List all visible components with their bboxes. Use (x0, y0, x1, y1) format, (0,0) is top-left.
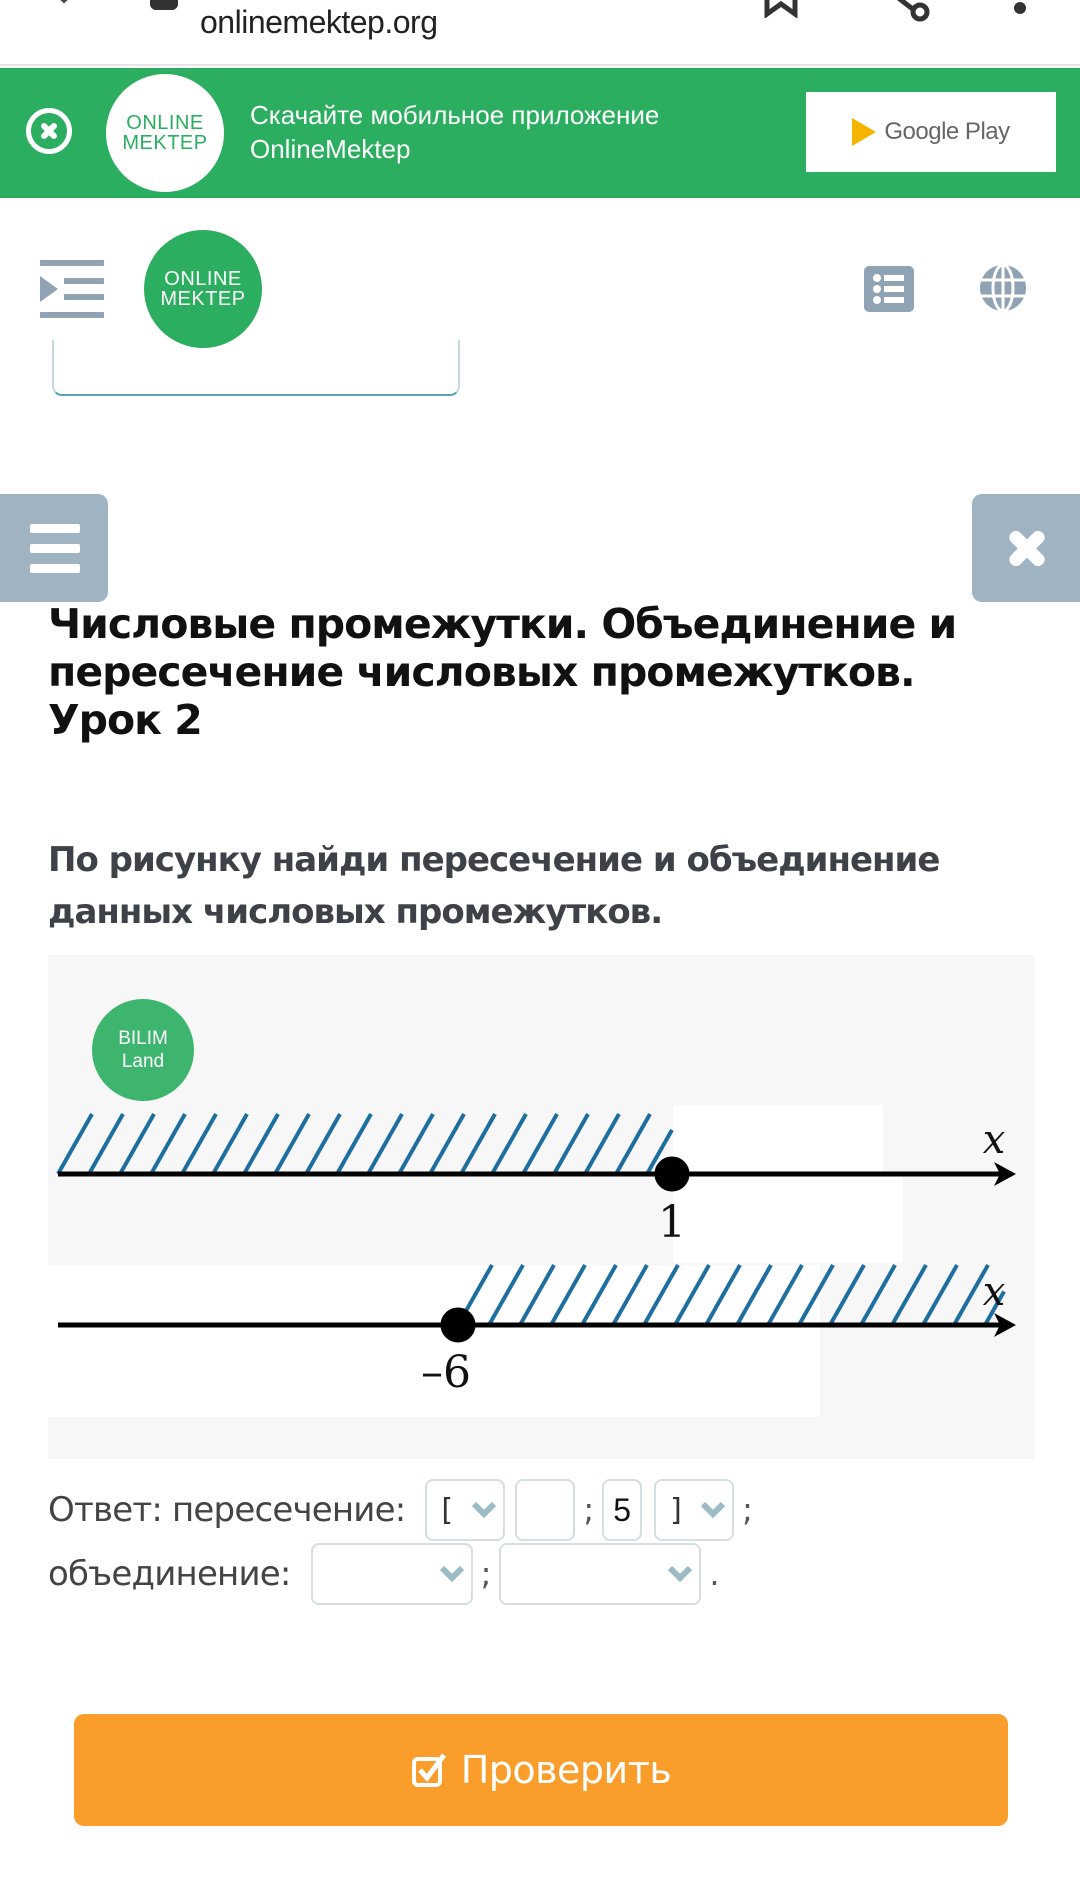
chevron-down-icon (668, 1565, 693, 1583)
hatch-stroke (56, 1113, 94, 1175)
hatch-stroke (273, 1113, 311, 1175)
hatch-stroke (459, 1113, 497, 1175)
intersection-row: Ответ: пересечение: [ ; 5 ] ; (48, 1478, 761, 1542)
logo-text: MEKTEP (160, 288, 246, 310)
hatch-stroke (521, 1113, 559, 1175)
point-label-2: –6 (421, 1347, 471, 1398)
checkbox-check-icon (411, 1753, 446, 1787)
close-button[interactable] (972, 494, 1080, 602)
hatch-stroke (304, 1113, 342, 1175)
hatch-stroke (583, 1113, 621, 1175)
hatch-stroke (335, 1113, 373, 1175)
select-value: ] (670, 1492, 682, 1528)
number-lines-svg: 1 –6 x x (48, 1105, 1016, 1417)
interval-endpoint (654, 1156, 690, 1192)
chevron-down-icon (439, 1565, 464, 1583)
more-icon[interactable] (1014, 2, 1026, 14)
open-bracket-select[interactable]: [ (425, 1479, 506, 1541)
interval-endpoint (440, 1307, 476, 1343)
url-text[interactable]: onlinemektep.org (200, 4, 438, 41)
hatch-stroke (211, 1113, 249, 1175)
figure-bg-patch (673, 1105, 883, 1175)
chevron-down-icon (701, 1501, 726, 1519)
bookmark-icon[interactable] (763, 0, 799, 18)
close-icon[interactable] (44, 0, 84, 14)
banner-message-line: OnlineMektep (250, 134, 411, 164)
site-logo[interactable]: ONLINE MEKTEP (144, 230, 262, 348)
watermark-text: BILIM (118, 1028, 168, 1049)
lock-icon (150, 0, 178, 10)
end-period: . (709, 1555, 720, 1593)
task-prompt: По рисунку найди пересечение и объединен… (48, 840, 940, 932)
axis-label-x-2: x (983, 1269, 1006, 1315)
figure-bg-patch (673, 1175, 903, 1263)
logo-text: ONLINE (164, 268, 242, 290)
hamburger-menu-button[interactable] (0, 494, 108, 602)
logo-text: ONLINE (126, 112, 204, 134)
logo-text: MEKTEP (122, 132, 208, 154)
app-banner: ONLINE MEKTEP Скачайте мобильное приложе… (0, 68, 1080, 198)
lesson-title: Числовые промежутки. Объединение и перес… (48, 600, 957, 744)
hatch-stroke (828, 1264, 866, 1326)
hatch-stroke (242, 1113, 280, 1175)
union-label: объединение: (48, 1554, 291, 1594)
select-value: [ (441, 1492, 454, 1528)
check-button-label: Проверить (460, 1748, 672, 1792)
hatch-stroke (180, 1113, 218, 1175)
search-field-partial[interactable] (52, 340, 460, 396)
browser-toolbar: onlinemektep.org (0, 0, 1080, 66)
union-row: объединение: ; . (48, 1542, 728, 1606)
hatch-stroke (921, 1264, 959, 1326)
end-separator: ; (742, 1491, 753, 1529)
google-play-button[interactable]: Google Play (806, 92, 1056, 172)
number-line-figure: 1 –6 x x BILIM Land (48, 955, 1034, 1459)
axis-label-x-1: x (983, 1117, 1006, 1163)
hatch-stroke (149, 1113, 187, 1175)
list-icon[interactable] (864, 266, 914, 312)
union-left-select[interactable] (310, 1543, 473, 1605)
hatch-stroke (859, 1264, 897, 1326)
dismiss-banner-icon[interactable] (26, 108, 72, 154)
indent-menu-icon[interactable] (40, 260, 106, 320)
menu-bar (30, 544, 80, 553)
point-label-1: 1 (658, 1197, 686, 1248)
left-value-input[interactable] (515, 1479, 576, 1541)
globe-icon[interactable] (978, 262, 1028, 314)
banner-logo: ONLINE MEKTEP (106, 74, 224, 192)
chevron-down-icon (472, 1501, 497, 1519)
play-store-icon (852, 118, 877, 146)
hatch-stroke (490, 1113, 528, 1175)
hatch-stroke (428, 1113, 466, 1175)
share-icon[interactable] (880, 0, 936, 22)
hatch-stroke (366, 1113, 404, 1175)
hatch-stroke (614, 1113, 652, 1175)
google-play-label: Google Play (884, 118, 1010, 145)
union-right-select[interactable] (499, 1543, 702, 1605)
watermark-text: Land (121, 1051, 165, 1072)
hatch-stroke (397, 1113, 435, 1175)
hatch-stroke (890, 1264, 928, 1326)
banner-message-line: Скачайте мобильное приложение (250, 100, 660, 130)
banner-message: Скачайте мобильное приложение OnlineMekt… (250, 98, 659, 166)
intersection-label: Ответ: пересечение: (48, 1490, 406, 1530)
menu-bar (30, 564, 80, 573)
bilimland-watermark: BILIM Land (92, 999, 194, 1101)
separator: ; (480, 1555, 492, 1593)
right-value-input[interactable]: 5 (602, 1479, 643, 1541)
separator: ; (583, 1491, 595, 1529)
menu-bar (30, 524, 80, 533)
hatch-stroke (552, 1113, 590, 1175)
close-bracket-select[interactable]: ] (654, 1479, 735, 1541)
hatch-stroke (118, 1113, 156, 1175)
check-button[interactable]: Проверить (74, 1714, 1008, 1826)
hatch-stroke (87, 1113, 125, 1175)
